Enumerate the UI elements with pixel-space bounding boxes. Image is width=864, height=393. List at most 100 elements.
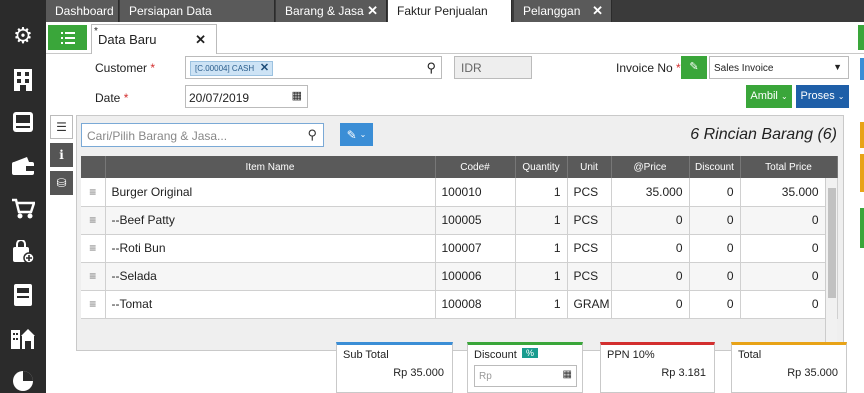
tab-costs[interactable]: ⛁	[50, 171, 73, 195]
table-row[interactable]: ≡ --Beef Patty 100005 1 PCS 0 0 0	[81, 206, 838, 235]
item-discount[interactable]: 0	[689, 290, 741, 319]
list-icon	[60, 31, 75, 44]
item-qty[interactable]: 1	[515, 290, 568, 319]
info-icon: i	[59, 148, 64, 162]
chevron-down-icon: ⌄	[359, 130, 367, 139]
item-name[interactable]: Burger Original	[105, 178, 436, 207]
tab-label: Faktur Penjualan	[397, 4, 488, 18]
item-search-input[interactable]: Cari/Pilih Barang & Jasa... ⚲	[81, 123, 324, 147]
archive-icon[interactable]	[9, 281, 37, 309]
item-name[interactable]: --Roti Bun	[105, 234, 436, 263]
item-qty[interactable]: 1	[515, 206, 568, 235]
search-icon[interactable]: ⚲	[426, 60, 436, 76]
pencil-icon: ✎	[346, 127, 357, 142]
table-row[interactable]: ≡ Burger Original 100010 1 PCS 35.000 0 …	[81, 178, 838, 207]
customer-field[interactable]: [C.00004] CASH ✕ ⚲	[185, 56, 442, 79]
close-icon[interactable]: ✕	[195, 32, 206, 48]
column-header[interactable]: Item Name	[105, 156, 436, 178]
tab-dashboard[interactable]: Dashboard	[46, 0, 119, 22]
list-menu-button[interactable]	[48, 25, 87, 50]
item-unit[interactable]: PCS	[567, 206, 612, 235]
drag-handle-icon[interactable]: ≡	[81, 206, 106, 235]
search-icon[interactable]: ⚲	[307, 127, 317, 143]
column-header[interactable]: Total Price	[740, 156, 838, 178]
edit-invoice-no-button[interactable]: ✎	[681, 56, 707, 79]
item-discount[interactable]: 0	[689, 178, 741, 207]
item-code[interactable]: 100005	[435, 206, 516, 235]
tab-persiapan-data[interactable]: Persiapan Data Perusahaan	[120, 0, 275, 40]
tab-data-baru[interactable]: * Data Baru ✕	[91, 24, 217, 54]
item-unit[interactable]: GRAM	[567, 290, 612, 319]
column-header[interactable]: Unit	[567, 156, 612, 178]
table-row[interactable]: ≡ --Roti Bun 100007 1 PCS 0 0 0	[81, 234, 838, 263]
item-name[interactable]: --Tomat	[105, 290, 436, 319]
item-code[interactable]: 100007	[435, 234, 516, 263]
pie-chart-icon[interactable]	[9, 367, 37, 393]
collapse-handle[interactable]	[858, 25, 864, 50]
calendar-icon[interactable]: ▦	[292, 89, 302, 102]
wallet-icon[interactable]	[9, 152, 37, 180]
inbox-icon[interactable]	[9, 108, 37, 136]
drag-handle-icon[interactable]: ≡	[81, 178, 106, 207]
building-icon[interactable]	[9, 66, 37, 94]
ppn-box: PPN 10% Rp 3.181	[600, 342, 715, 393]
item-price[interactable]: 0	[611, 290, 690, 319]
column-header[interactable]: Quantity	[515, 156, 568, 178]
drag-handle-icon[interactable]: ≡	[81, 290, 106, 319]
item-discount[interactable]: 0	[689, 206, 741, 235]
drag-handle-icon[interactable]: ≡	[81, 234, 106, 263]
proses-button[interactable]: Proses ⌄	[796, 85, 849, 108]
item-qty[interactable]: 1	[515, 234, 568, 263]
item-discount[interactable]: 0	[689, 262, 741, 291]
item-name[interactable]: --Beef Patty	[105, 206, 436, 235]
scrollbar-thumb[interactable]	[828, 188, 836, 298]
item-unit[interactable]: PCS	[567, 234, 612, 263]
column-header[interactable]: @Price	[611, 156, 690, 178]
item-price[interactable]: 0	[611, 206, 690, 235]
tab-items[interactable]: ☰	[50, 115, 73, 139]
item-price[interactable]: 35.000	[611, 178, 690, 207]
item-code[interactable]: 100006	[435, 262, 516, 291]
item-unit[interactable]: PCS	[567, 262, 612, 291]
item-qty[interactable]: 1	[515, 262, 568, 291]
item-price[interactable]: 0	[611, 262, 690, 291]
table-scrollbar[interactable]	[825, 178, 837, 343]
cart-icon[interactable]	[9, 195, 37, 223]
tab-info[interactable]: i	[50, 143, 73, 167]
column-header[interactable]: Code#	[435, 156, 516, 178]
table-row[interactable]: ≡ --Tomat 100008 1 GRAM 0 0 0	[81, 290, 838, 319]
app-sidebar: ⚙	[0, 0, 46, 393]
discount-label: Discount	[474, 349, 517, 361]
list-icon: ☰	[56, 120, 67, 134]
item-code[interactable]: 100010	[435, 178, 516, 207]
ambil-button[interactable]: Ambil ⌄	[746, 85, 792, 108]
date-field[interactable]: 20/07/2019 ▦	[185, 85, 308, 108]
percent-toggle[interactable]: %	[522, 348, 539, 358]
tab-pelanggan[interactable]: Pelanggan ✕	[514, 0, 612, 22]
invoice-type-select[interactable]: Sales Invoice ▼	[709, 56, 849, 79]
item-discount[interactable]: 0	[689, 234, 741, 263]
drag-handle-icon[interactable]: ≡	[81, 262, 106, 291]
bag-add-icon[interactable]	[9, 238, 37, 266]
edit-items-button[interactable]: ✎ ⌄	[340, 123, 373, 146]
calculator-icon[interactable]: ▦	[563, 369, 572, 380]
table-row[interactable]: ≡ --Selada 100006 1 PCS 0 0 0	[81, 262, 838, 291]
tab-barang-jasa[interactable]: Barang & Jasa ✕	[276, 0, 387, 22]
discount-box: Discount % Rp ▦	[467, 342, 583, 393]
city-icon[interactable]	[9, 324, 37, 352]
column-header[interactable]: Discount	[689, 156, 741, 178]
item-price[interactable]: 0	[611, 234, 690, 263]
discount-input[interactable]: Rp ▦	[474, 365, 577, 387]
item-code[interactable]: 100008	[435, 290, 516, 319]
ppn-label: PPN 10%	[607, 349, 655, 361]
item-name[interactable]: --Selada	[105, 262, 436, 291]
close-icon[interactable]: ✕	[592, 0, 603, 22]
chevron-down-icon: ⌄	[780, 92, 788, 101]
remove-chip-icon[interactable]: ✕	[260, 62, 269, 75]
close-icon[interactable]: ✕	[367, 0, 378, 22]
gear-icon[interactable]: ⚙	[9, 22, 37, 50]
item-unit[interactable]: PCS	[567, 178, 612, 207]
item-qty[interactable]: 1	[515, 178, 568, 207]
tab-faktur-penjualan[interactable]: Faktur Penjualan✕	[388, 0, 527, 22]
customer-chip[interactable]: [C.00004] CASH ✕	[190, 61, 274, 76]
